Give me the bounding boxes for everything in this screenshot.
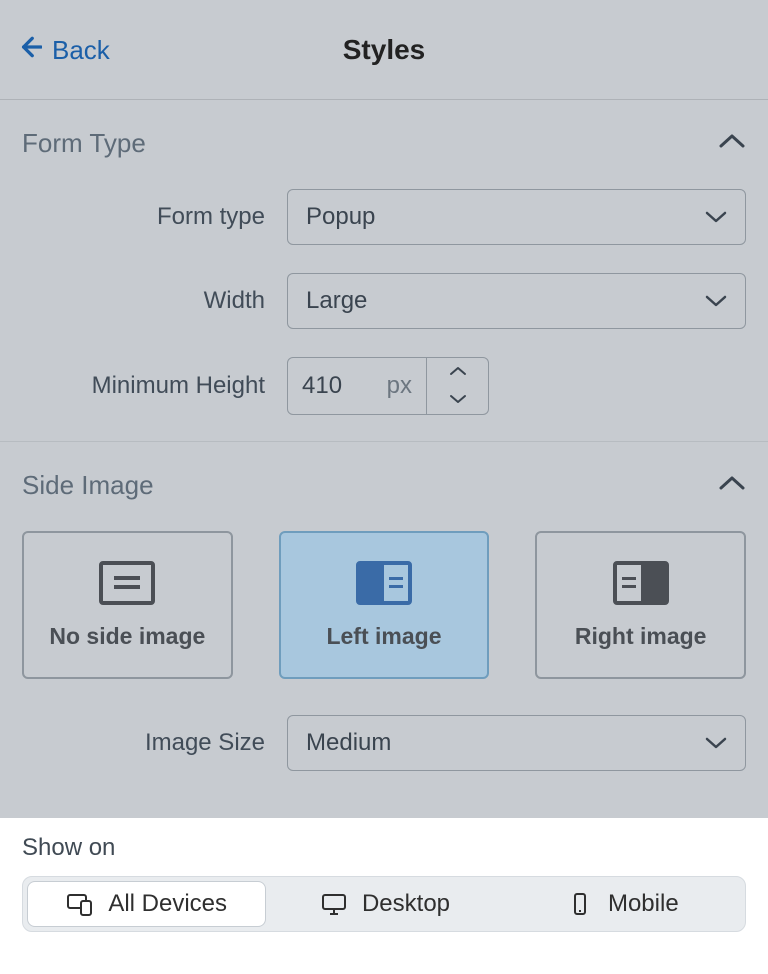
seg-all-devices-label: All Devices (108, 890, 227, 918)
show-on-panel: Show on All Devices Desktop (0, 818, 768, 974)
label-image-size: Image Size (22, 729, 287, 757)
min-height-unit: px (387, 372, 412, 400)
seg-desktop[interactable]: Desktop (266, 881, 503, 927)
show-on-segmented: All Devices Desktop Mobile (22, 876, 746, 932)
stepper-down[interactable] (427, 386, 488, 414)
all-devices-icon (66, 892, 94, 916)
right-image-icon (613, 561, 669, 605)
option-left-image-label: Left image (326, 623, 441, 650)
section-form-type: Form Type Form type Popup Width Large Mi… (0, 100, 768, 442)
select-width-value: Large (306, 287, 367, 315)
desktop-icon (320, 892, 348, 916)
chevron-down-icon (705, 729, 727, 757)
chevron-down-icon (705, 203, 727, 231)
section-side-image-title: Side Image (22, 470, 154, 501)
mobile-icon (566, 892, 594, 916)
min-height-input[interactable]: 410 px (287, 357, 427, 415)
option-no-side-image-label: No side image (49, 623, 205, 650)
back-button[interactable]: Back (16, 0, 110, 100)
label-width: Width (22, 287, 287, 315)
row-width: Width Large (22, 273, 746, 329)
no-side-image-icon (99, 561, 155, 605)
left-image-icon (356, 561, 412, 605)
header-bar: Back Styles (0, 0, 768, 100)
section-side-image: Side Image No side image Left image (0, 442, 768, 785)
row-form-type: Form type Popup (22, 189, 746, 245)
seg-mobile[interactable]: Mobile (504, 881, 741, 927)
select-image-size-value: Medium (306, 729, 391, 757)
row-min-height: Minimum Height 410 px (22, 357, 746, 415)
chevron-down-icon (449, 391, 467, 409)
section-side-image-header[interactable]: Side Image (22, 470, 746, 501)
option-left-image[interactable]: Left image (279, 531, 490, 679)
back-label: Back (52, 35, 110, 66)
min-height-value: 410 (302, 372, 342, 400)
section-form-type-title: Form Type (22, 128, 146, 159)
min-height-input-wrap: 410 px (287, 357, 489, 415)
chevron-down-icon (705, 287, 727, 315)
label-form-type: Form type (22, 203, 287, 231)
seg-all-devices[interactable]: All Devices (27, 881, 266, 927)
select-width[interactable]: Large (287, 273, 746, 329)
option-right-image-label: Right image (575, 623, 707, 650)
chevron-up-icon (718, 474, 746, 497)
seg-mobile-label: Mobile (608, 890, 679, 918)
option-no-side-image[interactable]: No side image (22, 531, 233, 679)
label-min-height: Minimum Height (22, 372, 287, 400)
page-title: Styles (343, 34, 426, 66)
min-height-stepper (427, 357, 489, 415)
chevron-up-icon (718, 132, 746, 155)
chevron-up-icon (449, 363, 467, 381)
row-image-size: Image Size Medium (22, 715, 746, 771)
side-image-options: No side image Left image Right image (22, 531, 746, 679)
seg-desktop-label: Desktop (362, 890, 450, 918)
option-right-image[interactable]: Right image (535, 531, 746, 679)
arrow-left-icon (16, 34, 42, 67)
select-form-type[interactable]: Popup (287, 189, 746, 245)
select-image-size[interactable]: Medium (287, 715, 746, 771)
show-on-label: Show on (22, 834, 746, 862)
stepper-up[interactable] (427, 358, 488, 386)
section-form-type-header[interactable]: Form Type (22, 128, 746, 159)
select-form-type-value: Popup (306, 203, 375, 231)
